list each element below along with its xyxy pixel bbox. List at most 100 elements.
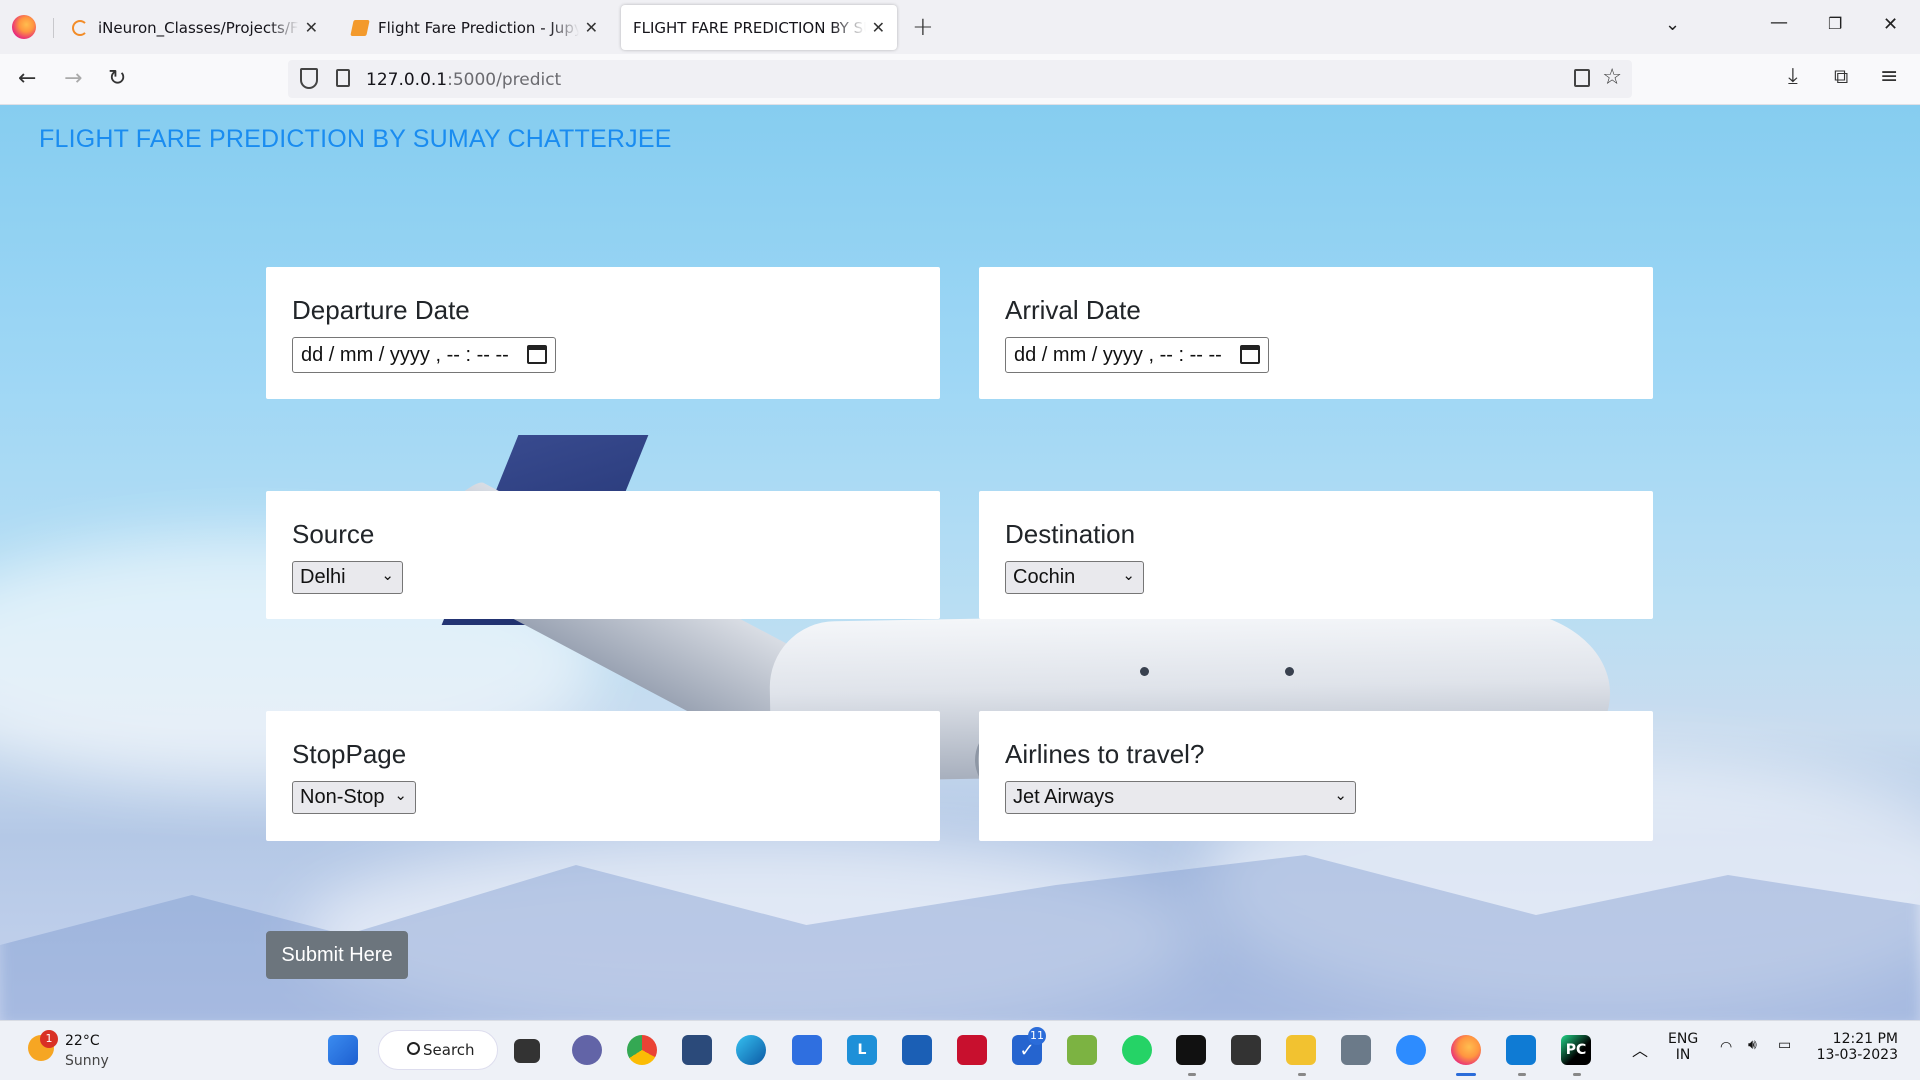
- task-view-icon[interactable]: [514, 1039, 540, 1063]
- tab-flight-fare[interactable]: FLIGHT FARE PREDICTION BY SUMAY ✕: [621, 5, 897, 50]
- airline-label: Airlines to travel?: [1005, 739, 1205, 769]
- source-label: Source: [292, 519, 375, 549]
- taskbar-search-button[interactable]: Search: [378, 1030, 498, 1070]
- hamburger-menu-icon[interactable]: ≡: [1880, 64, 1898, 89]
- calendar-icon[interactable]: [1240, 345, 1260, 364]
- destination-card: Destination Cochin ⌄: [979, 491, 1653, 619]
- url-text[interactable]: 127.0.0.1:5000/predict: [366, 70, 561, 90]
- clock[interactable]: 12:21 PM 13-03-2023: [1816, 1031, 1898, 1063]
- tab-jupyter[interactable]: Flight Fare Prediction - Jupyter N ✕: [340, 5, 610, 50]
- firefox-taskbar-icon[interactable]: [1451, 1035, 1481, 1065]
- back-arrow-icon[interactable]: ←: [18, 66, 36, 92]
- source-select[interactable]: Delhi ⌄: [292, 561, 403, 594]
- todo-badge: 11: [1028, 1027, 1046, 1045]
- command-prompt-icon[interactable]: [1231, 1035, 1261, 1065]
- bookmark-star-icon[interactable]: ☆: [1602, 65, 1622, 90]
- calendar-icon[interactable]: [527, 345, 547, 364]
- mysql-workbench-icon[interactable]: [682, 1035, 712, 1065]
- chevron-down-icon: ⌄: [381, 567, 394, 584]
- jupyter-notebook-icon: [350, 19, 370, 36]
- running-indicator: [1518, 1073, 1526, 1076]
- airline-card: Airlines to travel? Jet Airways ⌄: [979, 711, 1653, 841]
- restore-icon[interactable]: ❐: [1828, 14, 1842, 33]
- file-explorer-icon[interactable]: [1286, 1035, 1316, 1065]
- arrival-date-input[interactable]: dd / mm / yyyy , -- : -- --: [1005, 337, 1269, 373]
- weather-temperature[interactable]: 22°C: [65, 1033, 100, 1049]
- running-indicator: [1188, 1073, 1196, 1076]
- clock-date: 13-03-2023: [1816, 1047, 1898, 1063]
- reload-icon[interactable]: ↻: [108, 66, 126, 92]
- departure-date-label: Departure Date: [292, 295, 470, 325]
- arrival-date-label: Arrival Date: [1005, 295, 1141, 325]
- page-title: FLIGHT FARE PREDICTION BY SUMAY CHATTERJ…: [39, 125, 672, 153]
- stoppage-label: StopPage: [292, 739, 407, 769]
- page-info-icon[interactable]: [336, 69, 350, 87]
- chevron-down-icon: ⌄: [1334, 787, 1347, 804]
- departure-date-value: dd / mm / yyyy , -- : -- --: [301, 344, 509, 366]
- url-path: :5000/predict: [447, 70, 562, 90]
- address-bar[interactable]: 127.0.0.1:5000/predict ☆: [288, 60, 1632, 98]
- source-selected-value: Delhi: [300, 566, 346, 588]
- clock-time: 12:21 PM: [1832, 1031, 1898, 1047]
- zoom-icon[interactable]: [1396, 1035, 1426, 1065]
- firefox-logo-icon[interactable]: [12, 15, 36, 39]
- active-indicator: [1456, 1073, 1476, 1076]
- vscode-icon[interactable]: [1506, 1035, 1536, 1065]
- language-line: ENG: [1668, 1031, 1699, 1047]
- airplane-window: [1140, 667, 1149, 676]
- airline-select[interactable]: Jet Airways ⌄: [1005, 781, 1356, 814]
- tab-list-chevron-icon[interactable]: ⌄: [1665, 14, 1680, 35]
- airplane-window: [1285, 667, 1294, 676]
- forward-arrow-icon[interactable]: →: [64, 66, 82, 92]
- chrome-icon[interactable]: [627, 1035, 657, 1065]
- page-viewport: FLIGHT FARE PREDICTION BY SUMAY CHATTERJ…: [0, 105, 1920, 1020]
- weather-description[interactable]: Sunny: [65, 1053, 109, 1069]
- destination-select[interactable]: Cochin ⌄: [1005, 561, 1144, 594]
- reader-view-icon[interactable]: [1574, 69, 1590, 87]
- tracking-shield-icon[interactable]: [300, 68, 318, 89]
- close-tab-icon[interactable]: ✕: [585, 18, 598, 37]
- terminal-icon[interactable]: [1176, 1035, 1206, 1065]
- tab-label: iNeuron_Classes/Projects/Flight: [98, 18, 299, 37]
- tab-github[interactable]: iNeuron_Classes/Projects/Flight ✕: [60, 5, 330, 50]
- calculator-icon[interactable]: [1341, 1035, 1371, 1065]
- close-tab-icon[interactable]: ✕: [305, 18, 318, 37]
- whatsapp-icon[interactable]: [1122, 1035, 1152, 1065]
- extensions-puzzle-icon[interactable]: ⧉: [1834, 64, 1848, 88]
- browser-nav-bar: ← → ↻ 127.0.0.1:5000/predict ☆ ⤓ ⧉ ≡: [0, 54, 1920, 105]
- wifi-icon[interactable]: ◠: [1720, 1039, 1732, 1055]
- pycharm-icon[interactable]: PC: [1561, 1035, 1591, 1065]
- close-tab-icon[interactable]: ✕: [872, 18, 885, 37]
- arrival-date-card: Arrival Date dd / mm / yyyy , -- : -- --: [979, 267, 1653, 399]
- destination-selected-value: Cochin: [1013, 566, 1076, 588]
- tray-overflow-chevron-icon[interactable]: ︿: [1632, 1037, 1648, 1061]
- microsoft-store-icon[interactable]: [902, 1035, 932, 1065]
- image-viewer-icon[interactable]: [1067, 1035, 1097, 1065]
- minimize-icon[interactable]: —: [1770, 12, 1788, 33]
- calendar-app-icon[interactable]: [792, 1035, 822, 1065]
- weather-notification-badge: 1: [40, 1030, 58, 1048]
- l-app-icon[interactable]: L: [847, 1035, 877, 1065]
- new-tab-button[interactable]: +: [912, 12, 934, 42]
- language-indicator[interactable]: ENG IN: [1668, 1031, 1698, 1063]
- url-host: 127.0.0.1: [366, 70, 448, 90]
- battery-icon[interactable]: ▭: [1778, 1037, 1791, 1053]
- close-window-icon[interactable]: ✕: [1883, 14, 1898, 35]
- running-indicator: [1298, 1073, 1306, 1076]
- departure-date-input[interactable]: dd / mm / yyyy , -- : -- --: [292, 337, 556, 373]
- windows-start-icon[interactable]: [328, 1035, 358, 1065]
- mcafee-icon[interactable]: [957, 1035, 987, 1065]
- teams-chat-icon[interactable]: [572, 1035, 602, 1065]
- stoppage-card: StopPage Non-Stop ⌄: [266, 711, 940, 841]
- tab-label: Flight Fare Prediction - Jupyter N: [378, 18, 579, 37]
- submit-button[interactable]: Submit Here: [266, 931, 408, 979]
- destination-label: Destination: [1005, 519, 1136, 549]
- tab-separator: [53, 18, 54, 38]
- volume-icon[interactable]: 🔊︎: [1748, 1037, 1757, 1053]
- taskbar-search-label: Search: [423, 1041, 475, 1059]
- download-icon[interactable]: ⤓: [1788, 64, 1798, 89]
- edge-icon[interactable]: [736, 1035, 766, 1065]
- chevron-down-icon: ⌄: [394, 787, 407, 804]
- stoppage-select[interactable]: Non-Stop ⌄: [292, 781, 416, 814]
- region-line: IN: [1675, 1047, 1691, 1063]
